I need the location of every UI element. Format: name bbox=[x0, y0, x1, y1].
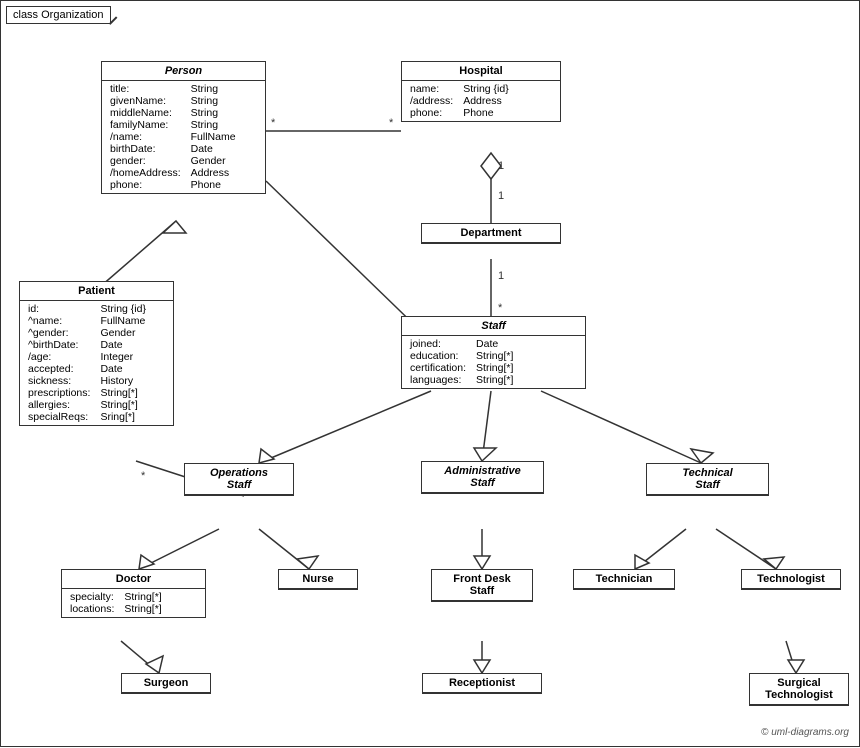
class-patient-body: id:String {id} ^name:FullName ^gender:Ge… bbox=[20, 301, 173, 425]
class-surgical-technologist-header: SurgicalTechnologist bbox=[750, 674, 848, 705]
class-staff-header: Staff bbox=[402, 317, 585, 336]
class-nurse-header: Nurse bbox=[279, 570, 357, 589]
class-staff: Staff joined:Date education:String[*] ce… bbox=[401, 316, 586, 389]
class-surgeon-header: Surgeon bbox=[122, 674, 210, 693]
class-operations-staff: OperationsStaff bbox=[184, 463, 294, 496]
copyright: © uml-diagrams.org bbox=[761, 727, 849, 738]
class-nurse: Nurse bbox=[278, 569, 358, 590]
class-doctor-body: specialty:String[*] locations:String[*] bbox=[62, 589, 205, 617]
class-technologist: Technologist bbox=[741, 569, 841, 590]
class-hospital-header: Hospital bbox=[402, 62, 560, 81]
svg-text:*: * bbox=[271, 117, 276, 129]
svg-text:*: * bbox=[389, 117, 394, 129]
class-technical-staff: TechnicalStaff bbox=[646, 463, 769, 496]
svg-text:1: 1 bbox=[498, 270, 504, 282]
class-department: Department bbox=[421, 223, 561, 244]
uml-diagram: class Organization * * 1 1 1 * * * bbox=[0, 0, 860, 747]
class-administrative-staff-header: AdministrativeStaff bbox=[422, 462, 543, 493]
class-technician-header: Technician bbox=[574, 570, 674, 589]
class-person: Person title:String givenName:String mid… bbox=[101, 61, 266, 194]
svg-text:*: * bbox=[141, 470, 146, 482]
svg-text:1: 1 bbox=[498, 160, 504, 172]
class-hospital-body: name:String {id} /address:Address phone:… bbox=[402, 81, 560, 121]
class-surgical-technologist: SurgicalTechnologist bbox=[749, 673, 849, 706]
svg-text:1: 1 bbox=[498, 190, 504, 202]
diagram-title: class Organization bbox=[6, 6, 111, 24]
class-staff-body: joined:Date education:String[*] certific… bbox=[402, 336, 585, 388]
class-surgeon: Surgeon bbox=[121, 673, 211, 694]
class-administrative-staff: AdministrativeStaff bbox=[421, 461, 544, 494]
class-person-body: title:String givenName:String middleName… bbox=[102, 81, 265, 193]
class-operations-staff-header: OperationsStaff bbox=[185, 464, 293, 495]
class-front-desk-staff-header: Front DeskStaff bbox=[432, 570, 532, 601]
class-front-desk-staff: Front DeskStaff bbox=[431, 569, 533, 602]
class-department-header: Department bbox=[422, 224, 560, 243]
class-technical-staff-header: TechnicalStaff bbox=[647, 464, 768, 495]
class-doctor: Doctor specialty:String[*] locations:Str… bbox=[61, 569, 206, 618]
class-technician: Technician bbox=[573, 569, 675, 590]
class-patient: Patient id:String {id} ^name:FullName ^g… bbox=[19, 281, 174, 426]
svg-text:*: * bbox=[498, 302, 503, 314]
class-receptionist-header: Receptionist bbox=[423, 674, 541, 693]
class-doctor-header: Doctor bbox=[62, 570, 205, 589]
class-receptionist: Receptionist bbox=[422, 673, 542, 694]
class-person-header: Person bbox=[102, 62, 265, 81]
class-technologist-header: Technologist bbox=[742, 570, 840, 589]
class-patient-header: Patient bbox=[20, 282, 173, 301]
class-hospital: Hospital name:String {id} /address:Addre… bbox=[401, 61, 561, 122]
